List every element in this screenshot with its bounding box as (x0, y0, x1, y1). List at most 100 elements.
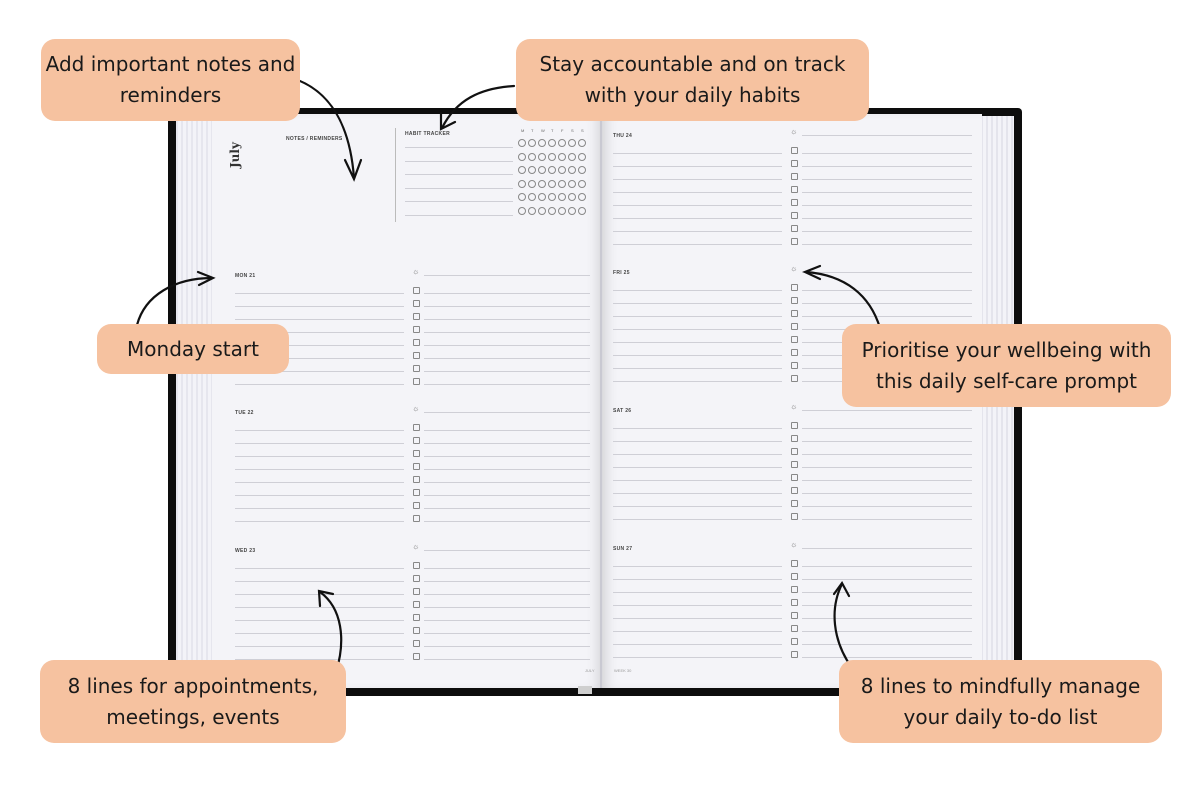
habit-circle[interactable] (528, 139, 536, 147)
appointment-line[interactable] (235, 594, 404, 595)
todo-line[interactable] (802, 166, 972, 167)
appointment-line[interactable] (235, 306, 404, 307)
todo-checkbox[interactable] (791, 349, 798, 356)
appointment-line[interactable] (613, 592, 782, 593)
habit-circle[interactable] (558, 152, 566, 161)
todo-checkbox[interactable] (413, 515, 420, 522)
todo-checkbox[interactable] (413, 653, 420, 660)
todo-checkbox[interactable] (791, 560, 798, 567)
appointment-line[interactable] (613, 506, 782, 507)
appointment-line[interactable] (613, 480, 782, 481)
todo-line[interactable] (424, 581, 590, 582)
habit-circle[interactable] (538, 152, 546, 161)
habit-circle[interactable] (518, 139, 526, 147)
todo-checkbox[interactable] (791, 500, 798, 507)
appointment-line[interactable] (235, 620, 404, 621)
todo-line[interactable] (424, 469, 590, 470)
habit-circle[interactable] (538, 193, 546, 201)
habit-circle[interactable] (548, 193, 556, 201)
todo-checkbox[interactable] (791, 573, 798, 580)
todo-checkbox[interactable] (791, 310, 798, 317)
habit-circle[interactable] (568, 139, 576, 147)
appointment-line[interactable] (613, 428, 782, 429)
appointment-line[interactable] (613, 631, 782, 632)
todo-line[interactable] (424, 646, 590, 647)
todo-line[interactable] (802, 218, 972, 219)
habit-circle[interactable] (528, 179, 536, 188)
habit-circle[interactable] (558, 166, 566, 174)
todo-line[interactable] (424, 495, 590, 496)
todo-checkbox[interactable] (413, 627, 420, 634)
todo-line[interactable] (802, 657, 972, 658)
appointment-line[interactable] (235, 443, 404, 444)
appointment-line[interactable] (613, 303, 782, 304)
todo-line[interactable] (802, 441, 972, 442)
todo-checkbox[interactable] (413, 601, 420, 608)
todo-checkbox[interactable] (791, 147, 798, 154)
todo-line[interactable] (424, 659, 590, 660)
todo-checkbox[interactable] (413, 588, 420, 595)
appointment-line[interactable] (235, 495, 404, 496)
appointment-line[interactable] (613, 218, 782, 219)
todo-line[interactable] (802, 618, 972, 619)
todo-line[interactable] (802, 592, 972, 593)
habit-circle[interactable] (548, 179, 556, 188)
habit-circle[interactable] (538, 179, 546, 188)
habit-circle[interactable] (528, 206, 536, 215)
todo-checkbox[interactable] (791, 638, 798, 645)
appointment-line[interactable] (235, 456, 404, 457)
todo-checkbox[interactable] (413, 326, 420, 333)
appointment-line[interactable] (613, 179, 782, 180)
todo-line[interactable] (802, 153, 972, 154)
todo-line[interactable] (424, 345, 590, 346)
todo-checkbox[interactable] (413, 489, 420, 496)
appointment-line[interactable] (613, 381, 782, 382)
todo-checkbox[interactable] (791, 375, 798, 382)
appointment-line[interactable] (613, 441, 782, 442)
todo-line[interactable] (802, 205, 972, 206)
appointment-line[interactable] (235, 384, 404, 385)
todo-checkbox[interactable] (413, 339, 420, 346)
habit-circle[interactable] (518, 179, 526, 188)
habit-circle[interactable] (518, 193, 526, 201)
appointment-line[interactable] (613, 618, 782, 619)
appointment-line[interactable] (613, 166, 782, 167)
todo-checkbox[interactable] (791, 474, 798, 481)
todo-checkbox[interactable] (413, 378, 420, 385)
habit-circle[interactable] (558, 206, 566, 215)
appointment-line[interactable] (235, 581, 404, 582)
todo-checkbox[interactable] (791, 225, 798, 232)
todo-checkbox[interactable] (791, 513, 798, 520)
todo-line[interactable] (802, 231, 972, 232)
todo-checkbox[interactable] (413, 287, 420, 294)
todo-line[interactable] (424, 607, 590, 608)
todo-line[interactable] (802, 192, 972, 193)
habit-circle[interactable] (578, 152, 586, 161)
appointment-line[interactable] (613, 566, 782, 567)
habit-circle[interactable] (568, 179, 576, 188)
todo-checkbox[interactable] (791, 323, 798, 330)
habit-circle[interactable] (538, 206, 546, 215)
todo-checkbox[interactable] (791, 238, 798, 245)
habit-circle[interactable] (548, 139, 556, 147)
appointment-line[interactable] (235, 521, 404, 522)
appointment-line[interactable] (613, 205, 782, 206)
todo-line[interactable] (802, 316, 972, 317)
habit-circle[interactable] (568, 166, 576, 174)
habit-circle[interactable] (538, 139, 546, 147)
appointment-line[interactable] (613, 657, 782, 658)
habit-circle[interactable] (568, 193, 576, 201)
todo-line[interactable] (424, 521, 590, 522)
habit-circle[interactable] (558, 193, 566, 201)
habit-circle[interactable] (568, 152, 576, 161)
habit-circle[interactable] (518, 152, 526, 161)
todo-line[interactable] (424, 371, 590, 372)
todo-checkbox[interactable] (791, 461, 798, 468)
todo-checkbox[interactable] (791, 186, 798, 193)
todo-line[interactable] (424, 594, 590, 595)
appointment-line[interactable] (235, 646, 404, 647)
appointment-line[interactable] (613, 579, 782, 580)
habit-circle[interactable] (578, 193, 586, 201)
todo-line[interactable] (424, 293, 590, 294)
todo-checkbox[interactable] (413, 614, 420, 621)
